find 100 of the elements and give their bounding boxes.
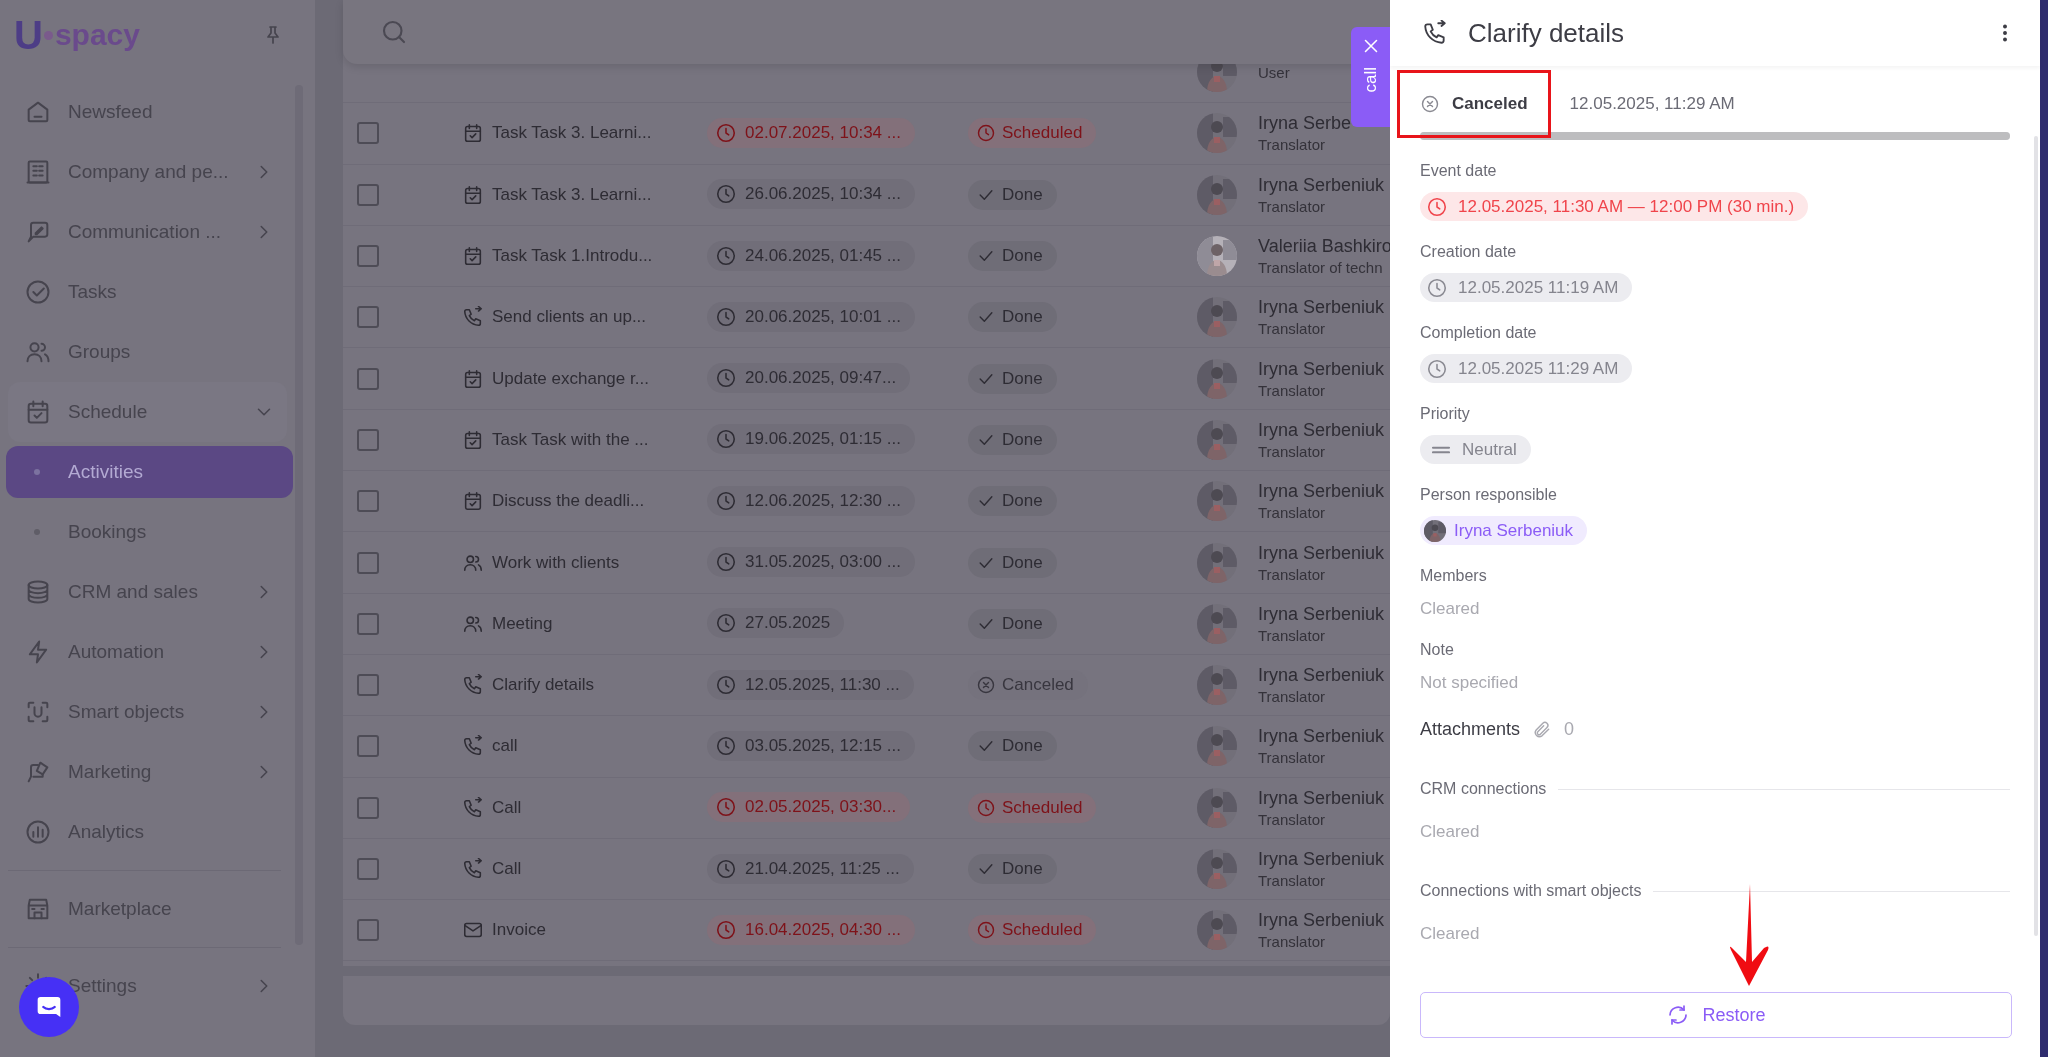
person-role: Translator [1258,749,1326,767]
activity-title[interactable]: Work with clients [492,552,620,573]
date-badge: 21.04.2025, 11:25 ... [707,853,914,884]
calendar-icon [462,245,484,268]
person-role: User [1258,63,1290,81]
status-badge: Done [968,731,1057,762]
checkbox[interactable] [357,367,379,390]
date-badge: 20.06.2025, 09:47... [707,363,911,394]
clock-icon [1426,195,1448,218]
person-role: Translator [1258,504,1326,522]
person-name: Iryna Serbeniuk [1258,726,1385,748]
date-badge: 20.06.2025, 10:01 ... [707,301,915,332]
section-title: CRM connections [1420,780,1547,798]
activity-title[interactable]: Task Task 1.Introdu... [492,246,653,267]
status-badge: Done [968,547,1057,578]
date-badge: 02.05.2025, 03:30... [707,792,911,823]
person-badge[interactable]: Iryna Serbeniuk [1420,516,1588,545]
field-value: Cleared [1420,924,1481,944]
activity-title[interactable]: Task Task 3. Learni... [492,184,652,205]
person-name: Iryna Serbeniuk [1258,542,1385,564]
calendar-icon [462,122,484,145]
restore-button[interactable]: Restore [1420,992,2012,1038]
field-label: Attachments [1420,719,1521,740]
checkbox[interactable] [357,612,379,635]
date-badge: 12.05.2025, 11:30 AM — 12:00 PM (30 min.) [1420,192,1809,221]
clock-icon [715,183,737,206]
person-name: Iryna Serbeniuk [1258,174,1385,196]
phone-icon [462,735,484,758]
checkbox[interactable] [357,490,379,513]
status-badge: Scheduled [968,118,1097,149]
person-name: Iryna Serbeniuk [1258,787,1385,809]
phone-icon [462,674,484,697]
status-badge: Done [968,302,1057,333]
phone-icon [1422,20,1448,46]
clock-icon [715,918,737,941]
activity-title[interactable]: Invoice [492,920,546,941]
status-badge: Done [968,424,1057,455]
activity-title[interactable]: Task Task with the ... [492,429,649,450]
status-badge: Scheduled [968,792,1097,823]
checkbox[interactable] [357,245,379,268]
call-tab[interactable]: call [1351,27,1390,127]
activity-title[interactable]: Call [492,797,522,818]
clock-icon [976,797,996,818]
person-role: Translator [1258,197,1326,215]
person-name: Iryna Serbeniuk [1258,297,1385,319]
person-name: Iryna Serbeniuk [1258,603,1385,625]
status-badge: Done [968,241,1057,272]
activity-title[interactable]: Discuss the deadli... [492,491,645,512]
person-role: Translator [1258,381,1326,399]
activity-title[interactable]: call [492,736,518,757]
activity-title[interactable]: Clarify details [492,675,595,696]
logo-dot [43,30,53,40]
person-role: Translator [1258,136,1326,154]
date-badge: 12.06.2025, 12:30 ... [707,485,915,516]
status-label: Canceled [1452,94,1528,114]
checkbox[interactable] [357,796,379,819]
clock-icon [715,734,737,757]
activity-title[interactable]: Send clients an up... [492,307,647,328]
activity-title[interactable]: Meeting [492,613,553,634]
date-badge: 24.06.2025, 01:45 ... [707,240,915,271]
checkbox[interactable] [357,551,379,574]
phone-icon [462,796,484,819]
checkbox[interactable] [357,858,379,880]
clock-icon [715,244,737,267]
date-badge: 12.05.2025 11:29 AM [1420,354,1633,383]
checkbox[interactable] [357,122,379,145]
checkbox[interactable] [357,428,379,451]
checkbox[interactable] [357,183,379,206]
status-badge: Done [968,608,1057,639]
activity-title[interactable]: Call [492,859,522,879]
checkbox[interactable] [357,674,379,697]
field-value: Cleared [1420,599,1481,619]
field-label: Person responsible [1420,486,1558,504]
field-label: Completion date [1420,324,1538,342]
clock-icon [715,489,737,512]
section-title: Connections with smart objects [1420,882,1642,900]
clock-icon [1426,357,1448,380]
equals-icon [1432,445,1450,454]
person-role: Translator [1258,442,1326,460]
person-name: Iryna Serbeniuk [1258,481,1385,503]
sidebar-subitem[interactable]: Activities [6,446,293,498]
clock-icon [715,857,737,880]
checkbox[interactable] [357,306,379,329]
check-circle-icon [24,278,52,306]
clock-icon [976,920,996,941]
checkbox[interactable] [357,735,379,758]
building-icon [24,158,52,186]
calendar-icon [462,183,484,206]
date-badge: 31.05.2025, 03:00 ... [707,547,915,577]
date-badge: 02.07.2025, 10:34 ... [707,117,915,148]
checkbox[interactable] [357,919,379,942]
clock-icon [715,305,737,328]
scrollbar[interactable] [343,966,1390,976]
phone-icon [462,306,484,329]
activity-title[interactable]: Update exchange r... [492,368,649,389]
activity-title[interactable]: Task Task 3. Learni... [492,123,652,144]
person-role: Translator [1258,565,1326,583]
person-role: Translator [1258,872,1326,889]
clock-icon [715,612,737,635]
person-role: Translator [1258,810,1326,828]
